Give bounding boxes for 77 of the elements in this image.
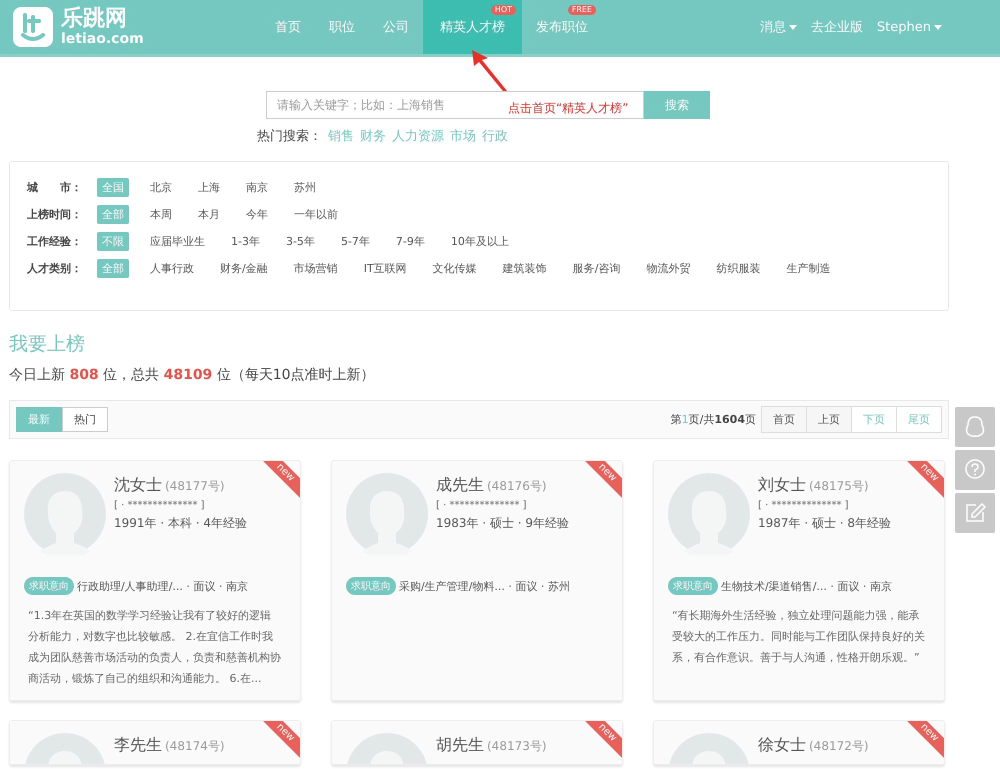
candidate-name: 成先生 [436, 475, 484, 496]
filter-option[interactable]: 上海 [193, 178, 225, 197]
candidate-info: 1987年 · 硕士 · 8年经验 [758, 515, 892, 532]
filter-option[interactable]: 建筑装饰 [498, 259, 552, 278]
filter-option[interactable]: 3-5年 [280, 232, 320, 251]
filter-option[interactable]: 苏州 [289, 178, 321, 197]
candidate-name: 李先生 [114, 735, 162, 756]
nav-badge: FREE [568, 5, 596, 15]
filter-option[interactable]: 5-7年 [336, 232, 375, 251]
job-intent: 行政助理/人事助理/... · 面议 · 南京 [77, 578, 248, 594]
candidate-name: 刘女士 [758, 475, 806, 496]
intent-tag: 求职意向 [346, 577, 396, 595]
filter-option[interactable]: 市场营销 [288, 259, 343, 278]
intent-tag: 求职意向 [668, 577, 718, 595]
filter-option[interactable]: 人事行政 [145, 259, 199, 278]
candidate-number: (48177号) [165, 478, 225, 495]
caret-icon [934, 24, 942, 30]
caret-icon [788, 24, 797, 30]
talent-card[interactable]: new 李先生 (48174号) [9, 720, 301, 765]
page-info: 第1页/共1604页 [670, 412, 756, 427]
filter-option[interactable]: 1-3年 [226, 232, 265, 251]
talent-card[interactable]: new 胡先生 (48173号) [331, 720, 623, 765]
filter-option[interactable]: 本周 [145, 205, 177, 224]
filter-label: 城 市： [27, 180, 83, 195]
candidate-number: (48174号) [165, 738, 225, 755]
section-title: 我要上榜 [9, 332, 86, 357]
filter-option[interactable]: 应届毕业生 [145, 232, 210, 251]
job-intent: 生物技术/渠道销售/... · 面议 · 南京 [721, 578, 892, 594]
candidate-name: 沈女士 [114, 475, 162, 496]
candidate-info: 1983年 · 硕士 · 9年经验 [436, 515, 570, 532]
self-description: “有长期海外生活经验，独立处理问题能力强，能承受较大的工作压力。同时能与工作团队保持良好的关系，有合作意识。善于与人沟通，性格开朗乐观。” [672, 608, 926, 666]
filter-option[interactable]: 7-9年 [390, 232, 430, 251]
talent-card[interactable]: new 沈女士 (48177号) [ · ************** ] 1991年 · 本科 · 4年经验 求职意向 行政助理/人事助理/... · 面议 · 南京 “1.3年在英国的数学学习经验让我有了较好的逻辑分析能力，对数字也比较敏感。 2.在宜信工作时我成为团队慈善市场活动的负责人，负责和慈善机构协商活动，锻炼了自己的组织和沟通能力。 6.在... [9, 460, 301, 701]
filter-option[interactable]: 10年及以上 [446, 232, 514, 251]
filter-option[interactable]: 北京 [145, 178, 177, 197]
logo-domain: letiao.com [61, 31, 144, 47]
intent-tag: 求职意向 [24, 577, 74, 595]
filter-option[interactable]: 生产制造 [781, 259, 836, 278]
hot-search-label: 热门搜索： [257, 128, 322, 145]
filter-option[interactable]: 一年以前 [289, 205, 343, 224]
candidate-name: 徐女士 [758, 735, 806, 756]
filter-label: 人才类别： [27, 261, 83, 276]
filter-option[interactable]: IT互联网 [358, 259, 412, 278]
annotation-text: 点击首页“精英人才榜” [508, 100, 628, 117]
feedback-button[interactable] [955, 493, 995, 533]
logo-icon [13, 7, 53, 47]
job-intent: 采购/生产管理/物料... · 面议 · 苏州 [399, 578, 570, 594]
candidate-number: (48172号) [809, 738, 869, 755]
masked-position: [ · ************** ] [758, 500, 850, 511]
logo-name: 乐跳网 [61, 7, 128, 31]
masked-position: [ · ************** ] [114, 500, 206, 511]
self-description: “1.3年在英国的数学学习经验让我有了较好的逻辑分析能力，对数字也比较敏感。 2.在宜信工作时我成为团队慈善市场活动的负责人，负责和慈善机构协商活动，锻炼了自己的组织和沟通能力。 6.在... [28, 608, 282, 687]
filter-option[interactable]: 纺织服装 [711, 259, 766, 278]
filter-option[interactable]: 南京 [241, 178, 273, 197]
talent-card[interactable]: new 成先生 (48176号) [ · ************** ] 1983年 · 硕士 · 9年经验 求职意向 采购/生产管理/物料... · 面议 · 苏州 [331, 460, 623, 701]
filter-option[interactable]: 文化传媒 [428, 259, 482, 278]
edit-icon [964, 502, 986, 524]
candidate-number: (48173号) [487, 738, 547, 755]
masked-position: [ · ************** ] [436, 500, 528, 511]
filter-option[interactable]: 本月 [193, 205, 225, 224]
stats-text: 今日上新 808 位，总共 48109 位（每天10点准时上新） [9, 366, 376, 384]
filter-option[interactable]: 财务/金融 [215, 259, 273, 278]
candidate-name: 胡先生 [436, 735, 484, 756]
talent-card[interactable]: new 刘女士 (48175号) [ · ************** ] 1987年 · 硕士 · 8年经验 求职意向 生物技术/渠道销售/... · 面议 · 南京 “有长期海外生活经验，独立处理问题能力强，能承受较大的工作压力。同时能与工作团队保持良好的关系，有合作意识。善于与人沟通，性格开朗乐观。” [653, 460, 945, 701]
candidate-number: (48176号) [487, 478, 547, 495]
filter-label: 工作经验： [27, 234, 83, 249]
candidate-number: (48175号) [809, 478, 869, 495]
filter-option[interactable]: 物流外贸 [641, 259, 696, 278]
filter-label: 上榜时间： [27, 207, 83, 222]
nav-badge: HOT [490, 5, 516, 15]
talent-card[interactable]: new 徐女士 (48172号) [653, 720, 945, 765]
filter-option[interactable]: 今年 [241, 205, 273, 224]
filter-option[interactable]: 服务/咨询 [568, 259, 626, 278]
help-button[interactable] [955, 450, 995, 490]
candidate-info: 1991年 · 本科 · 4年经验 [114, 515, 248, 532]
sort-tab[interactable]: 热门 [62, 407, 108, 432]
chat-button[interactable] [955, 407, 995, 447]
